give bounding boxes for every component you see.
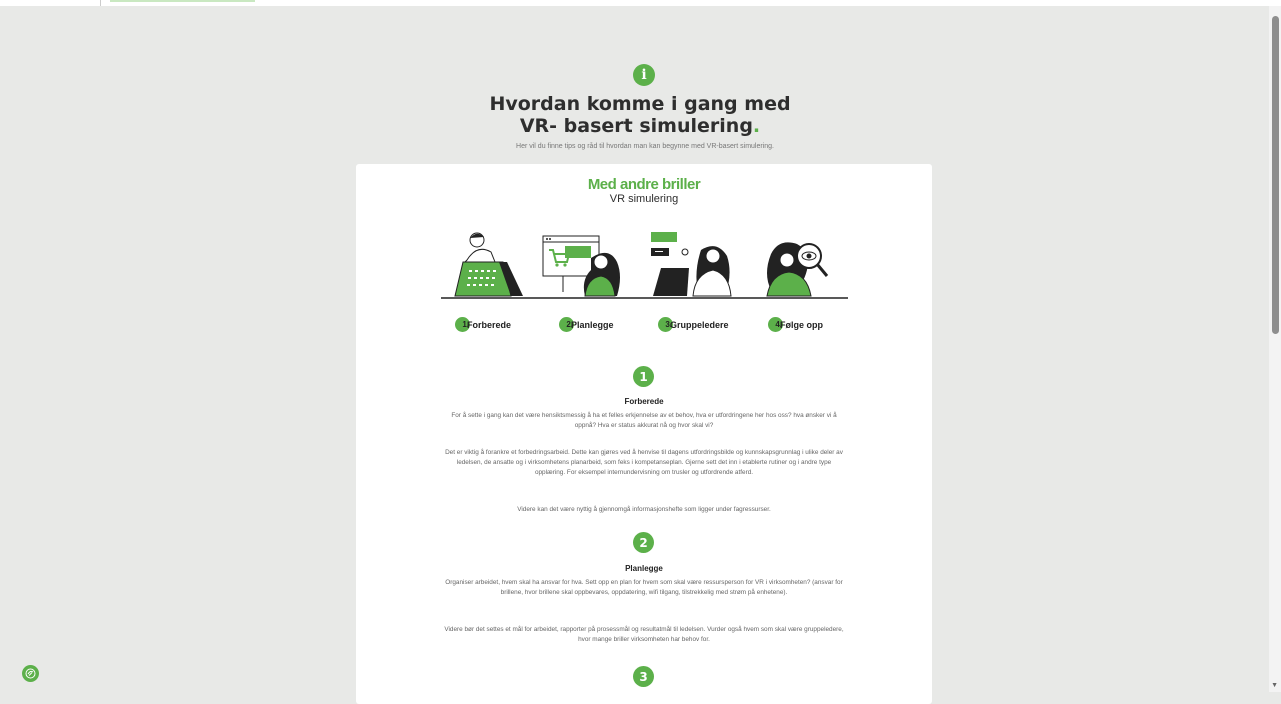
browser-top-strip xyxy=(0,0,1281,6)
illustration-group-leader xyxy=(651,232,732,297)
page-title: Hvordan komme i gang med VR- basert simu… xyxy=(440,93,840,137)
content-card: Med andre briller VR simulering 1. Forbe… xyxy=(356,164,932,704)
illustration-planner xyxy=(542,235,620,297)
top-tab-indicator[interactable] xyxy=(110,0,255,2)
section-2-paragraph-2: Videre bør det settes et mål for arbeide… xyxy=(444,626,844,643)
section-2-paragraph-1: Organiser arbeidet, hvem skal ha ansvar … xyxy=(445,579,843,596)
scrollbar-thumb[interactable] xyxy=(1272,16,1279,334)
section-1-number: 1 xyxy=(633,366,654,387)
step-folge-opp[interactable]: 4. Følge opp xyxy=(768,317,823,332)
scroll-down-icon[interactable]: ▼ xyxy=(1271,682,1278,690)
page-title-line2-text: VR- basert simulering xyxy=(519,115,753,137)
brand-title: Med andre briller xyxy=(587,176,701,193)
section-2-title: Planlegge xyxy=(625,564,663,573)
page-title-dot: . xyxy=(752,115,761,137)
accessibility-glyph xyxy=(25,668,36,679)
step-gruppeledere[interactable]: 3. Gruppeledere xyxy=(658,317,729,332)
step-planlegge[interactable]: 2. Planlegge xyxy=(559,317,614,332)
section-3-number: 3 xyxy=(633,666,654,687)
section-2-number: 2 xyxy=(633,532,654,553)
step-label-text: Gruppeledere xyxy=(670,319,729,330)
section-1-title: Forberede xyxy=(624,397,664,406)
scrollbar[interactable]: ▼ xyxy=(1269,6,1281,692)
brand-subtitle: VR simulering xyxy=(609,193,679,205)
illustration-preparer xyxy=(454,232,523,297)
info-icon: i xyxy=(633,64,655,86)
page-title-line2: VR- basert simulering. xyxy=(440,115,840,137)
section-1-paragraph-1: For å sette i gang kan det være hensikts… xyxy=(451,412,837,429)
step-label-text: Forberede xyxy=(467,319,512,330)
top-divider xyxy=(100,0,101,6)
section-1-paragraph-3: Videre kan det være nyttig å gjennomgå i… xyxy=(517,506,771,513)
page-subtitle: Her vil du finne tips og råd til hvordan… xyxy=(516,143,774,150)
step-label-text: Følge opp xyxy=(780,319,823,330)
steps-illustration xyxy=(441,232,848,299)
section-1-paragraph-2: Det er viktig å forankre et forbedringsa… xyxy=(445,449,843,476)
accessibility-icon[interactable] xyxy=(22,665,39,682)
illustration-follow-up xyxy=(766,242,829,297)
step-label-text: Planlegge xyxy=(571,319,614,330)
page-title-line1: Hvordan komme i gang med xyxy=(489,93,791,115)
step-forberede[interactable]: 1. Forberede xyxy=(455,317,511,332)
